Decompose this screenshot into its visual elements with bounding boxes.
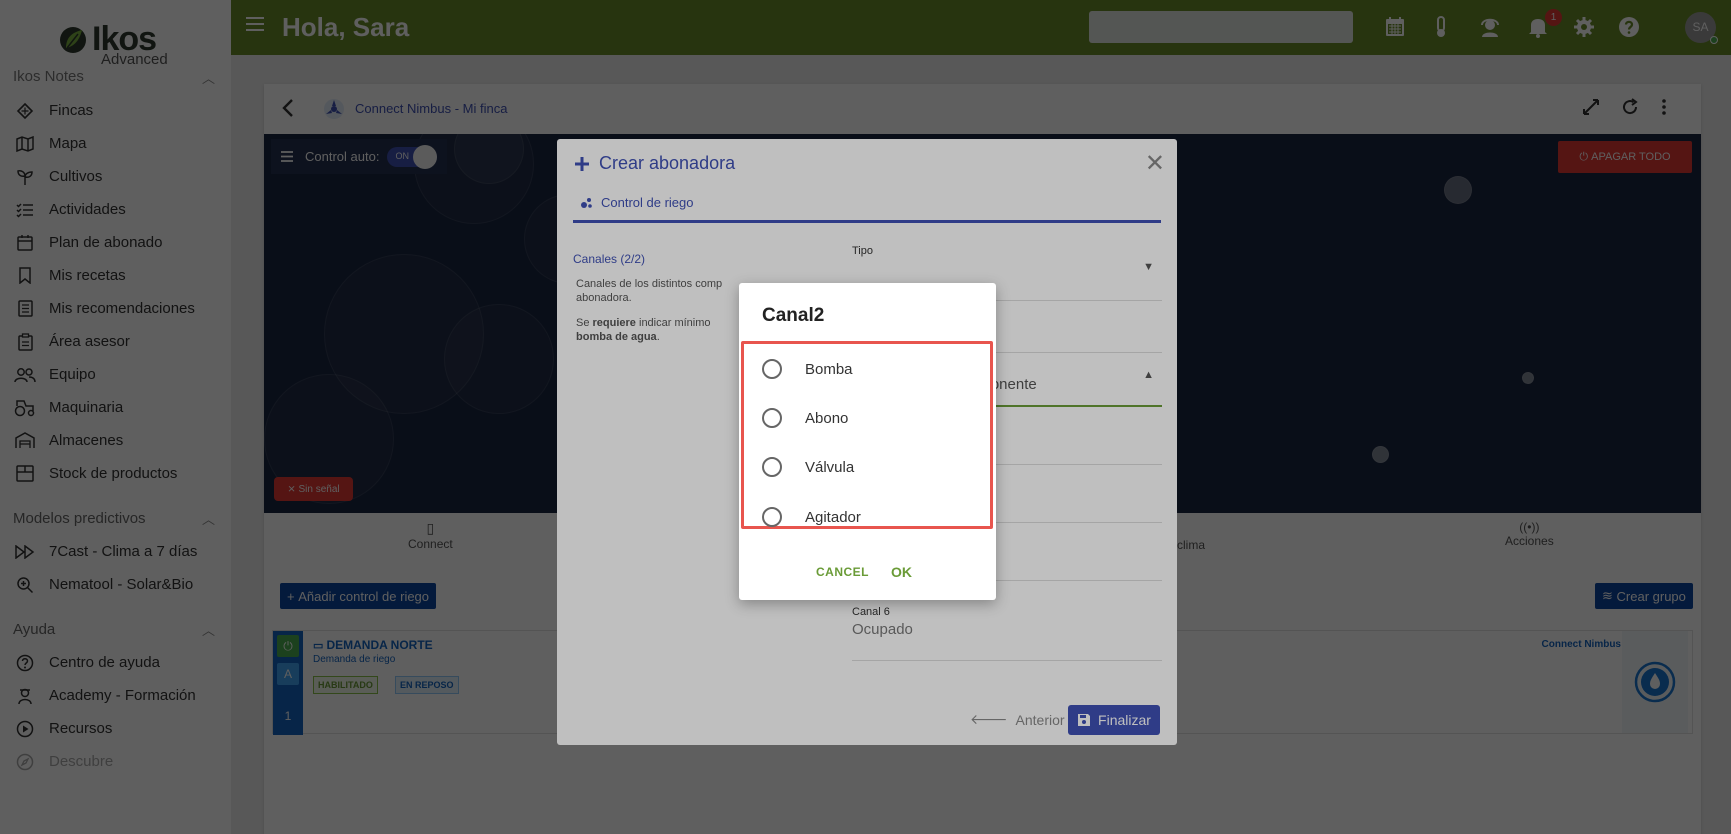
canal2-dialog: Canal2 Bomba Abono Válvula Agitador CANC… [739,283,996,600]
option-agitador[interactable]: Agitador [762,505,861,529]
cancel-button[interactable]: CANCEL [816,565,869,579]
option-bomba[interactable]: Bomba [762,357,853,381]
ok-button[interactable]: OK [891,564,912,580]
option-abono[interactable]: Abono [762,406,848,430]
radio-button[interactable] [762,457,782,477]
option-label: Abono [805,409,849,427]
dialog-title: Canal2 [762,305,825,326]
option-label: Agitador [805,508,861,526]
option-valvula[interactable]: Válvula [762,455,854,479]
option-label: Válvula [805,458,855,476]
radio-button[interactable] [762,359,782,379]
radio-button[interactable] [762,408,782,428]
radio-button[interactable] [762,507,782,527]
option-label: Bomba [805,360,853,378]
